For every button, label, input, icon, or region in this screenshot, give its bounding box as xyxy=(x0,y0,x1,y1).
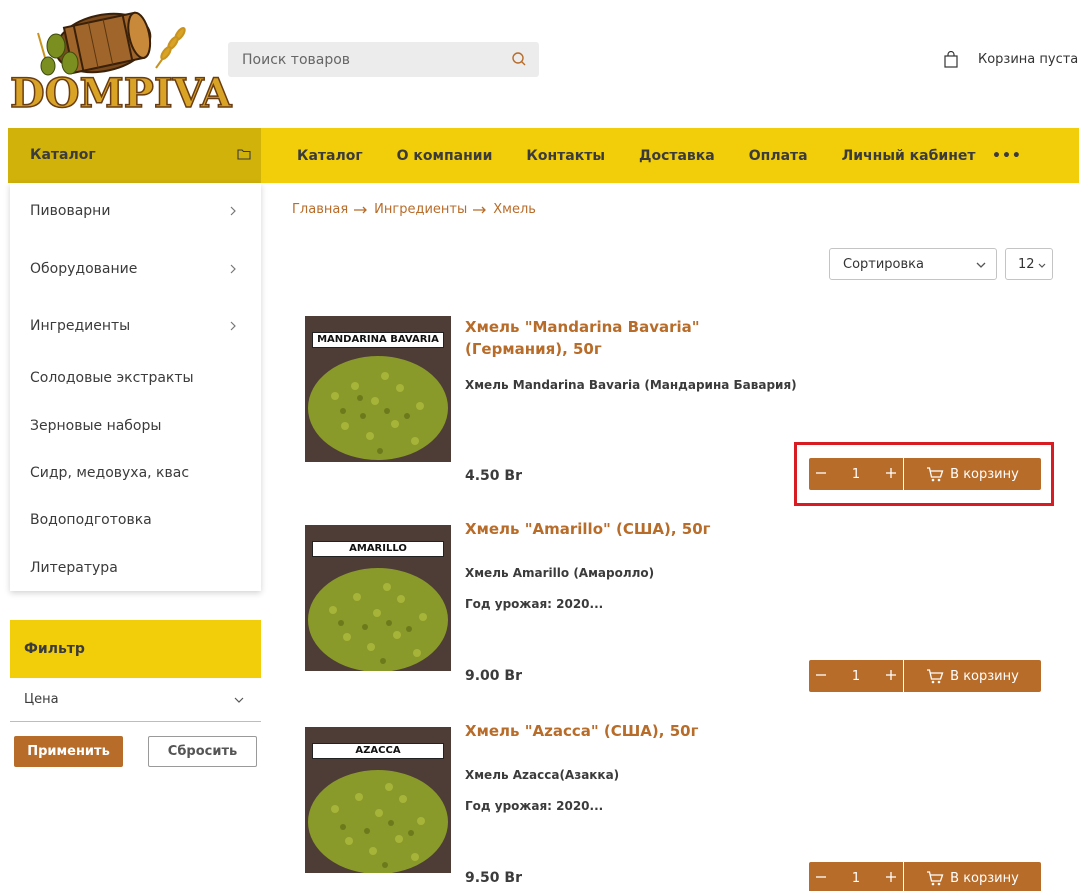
per-page-select[interactable]: 12 xyxy=(1005,248,1053,280)
product-description: Хмель Amarillo (Амаролло) xyxy=(465,566,655,580)
search-box xyxy=(228,42,539,77)
chevron-down-icon xyxy=(234,697,244,703)
breadcrumb: Главная Ингредиенты Хмель xyxy=(292,202,536,217)
filter-price-label: Цена xyxy=(24,692,59,707)
filter-title: Фильтр xyxy=(24,641,85,657)
chevron-right-icon xyxy=(230,321,236,331)
minus-icon[interactable] xyxy=(813,667,829,683)
catalog-button-label: Каталог xyxy=(30,147,96,163)
arrow-right-icon xyxy=(473,206,487,213)
add-to-cart-label: В корзину xyxy=(950,668,1019,684)
product-image-label: AMARILLO xyxy=(312,541,444,557)
sidebar-item-grain-kits[interactable]: Зерновые наборы xyxy=(30,418,161,434)
nav-item-account[interactable]: Личный кабинет xyxy=(842,148,976,164)
nav-item-contacts[interactable]: Контакты xyxy=(526,148,605,164)
quantity-input[interactable] xyxy=(835,862,877,891)
sidebar-item-water-treatment[interactable]: Водоподготовка xyxy=(30,512,152,528)
logo-text: DOMPIVA xyxy=(9,69,232,118)
quantity-stepper xyxy=(809,660,903,692)
chevron-right-icon xyxy=(230,264,236,274)
shopping-bag-icon[interactable] xyxy=(944,51,958,68)
sidebar-item-ingredients[interactable]: Ингредиенты xyxy=(30,318,130,334)
search-icon[interactable] xyxy=(511,51,527,67)
product-title[interactable]: Хмель "Amarillo" (США), 50г xyxy=(465,518,785,540)
sort-select-value: Сортировка xyxy=(843,257,924,272)
chevron-right-icon xyxy=(230,206,236,216)
nav-item-delivery[interactable]: Доставка xyxy=(639,148,715,164)
nav-item-about[interactable]: О компании xyxy=(397,148,493,164)
chevron-down-icon xyxy=(976,262,986,268)
site-logo[interactable]: DOMPIVA xyxy=(8,8,232,118)
add-to-cart-button[interactable]: В корзину xyxy=(904,862,1041,891)
cart-icon xyxy=(927,668,944,683)
nav-more-icon[interactable]: ••• xyxy=(992,148,1022,164)
product-harvest-year: Год урожая: 2020... xyxy=(465,799,604,813)
add-to-cart-label: В корзину xyxy=(950,870,1019,886)
sidebar-item-malt-extracts[interactable]: Солодовые экстракты xyxy=(30,370,194,386)
sidebar-item-cider[interactable]: Сидр, медовуха, квас xyxy=(30,465,189,481)
arrow-right-icon xyxy=(354,206,368,213)
add-to-cart-button[interactable]: В корзину xyxy=(904,660,1041,692)
breadcrumb-home[interactable]: Главная xyxy=(292,202,348,217)
quantity-input[interactable] xyxy=(835,660,877,692)
product-price: 9.50 Br xyxy=(465,870,522,886)
product-harvest-year: Год урожая: 2020... xyxy=(465,597,604,611)
product-card: AZACCA Хмель "Azacca" (США), 50г Хмель A… xyxy=(292,720,1079,891)
plus-icon[interactable] xyxy=(883,869,899,885)
sidebar-item-equipment[interactable]: Оборудование xyxy=(30,261,137,277)
product-title[interactable]: Хмель "Azacca" (США), 50г xyxy=(465,720,785,742)
search-input[interactable] xyxy=(228,42,539,77)
cart-icon xyxy=(927,870,944,885)
product-image[interactable]: MANDARINA BAVARIA xyxy=(305,316,451,462)
filter-price-toggle[interactable]: Цена xyxy=(10,680,261,722)
reset-filter-button[interactable]: Сбросить xyxy=(148,736,257,767)
per-page-value: 12 xyxy=(1018,257,1035,272)
cart-status[interactable]: Корзина пуста xyxy=(978,52,1078,67)
folder-icon xyxy=(237,149,251,160)
filter-header: Фильтр xyxy=(10,620,261,678)
product-price: 9.00 Br xyxy=(465,668,522,684)
plus-icon[interactable] xyxy=(883,667,899,683)
nav-menu: Каталог О компании Контакты Доставка Опл… xyxy=(297,128,1009,183)
product-description: Хмель Azacca(Азакка) xyxy=(465,768,620,782)
sort-select[interactable]: Сортировка xyxy=(829,248,997,280)
product-card: AMARILLO Хмель "Amarillo" (США), 50г Хме… xyxy=(292,518,1079,720)
product-image-label: MANDARINA BAVARIA xyxy=(312,332,444,348)
breadcrumb-ingredients[interactable]: Ингредиенты xyxy=(374,202,467,217)
quantity-stepper xyxy=(809,862,903,891)
apply-filter-button[interactable]: Применить xyxy=(14,736,123,767)
chevron-down-icon xyxy=(1038,263,1046,268)
nav-item-catalog[interactable]: Каталог xyxy=(297,148,363,164)
product-title[interactable]: Хмель "Mandarina Bavaria" (Германия), 50… xyxy=(465,316,785,360)
catalog-sidebar: Пивоварни Оборудование Ингредиенты Солод… xyxy=(10,183,261,591)
product-image[interactable]: AZACCA xyxy=(305,727,451,873)
sidebar-item-breweries[interactable]: Пивоварни xyxy=(30,203,110,219)
catalog-button[interactable]: Каталог xyxy=(8,128,261,183)
minus-icon[interactable] xyxy=(813,869,829,885)
product-price: 4.50 Br xyxy=(465,468,522,484)
product-image[interactable]: AMARILLO xyxy=(305,525,451,671)
product-image-label: AZACCA xyxy=(312,743,444,759)
sidebar-item-literature[interactable]: Литература xyxy=(30,560,118,576)
product-description: Хмель Mandarina Bavaria (Мандарина Бавар… xyxy=(465,378,797,392)
breadcrumb-hops[interactable]: Хмель xyxy=(493,202,536,217)
nav-item-payment[interactable]: Оплата xyxy=(749,148,808,164)
highlight-box xyxy=(794,442,1054,506)
